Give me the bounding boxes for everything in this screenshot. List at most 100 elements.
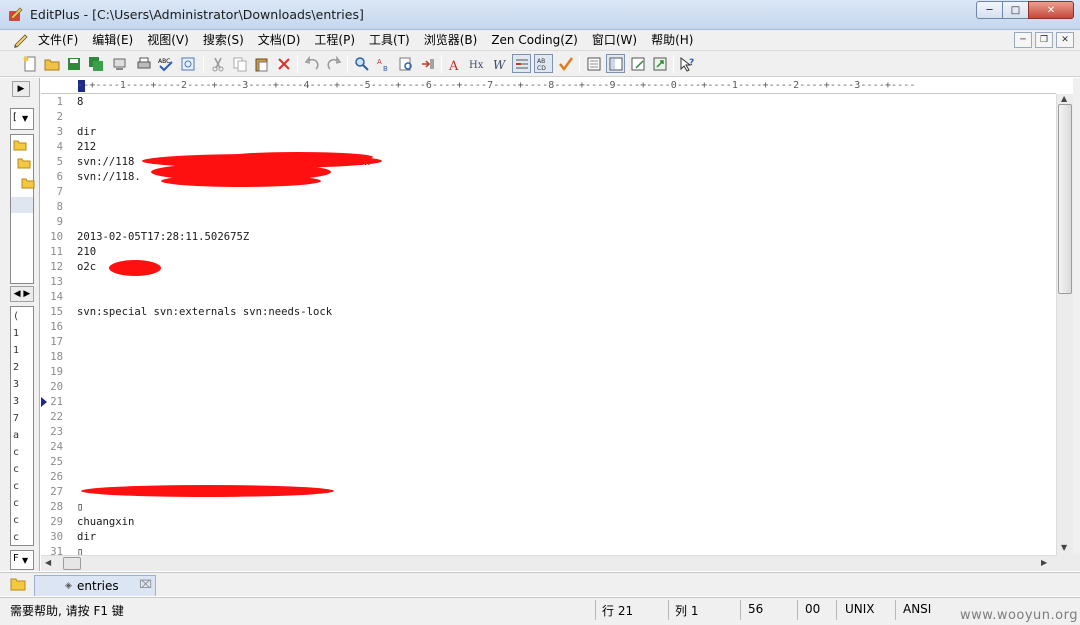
file-list-item[interactable]: c (13, 515, 19, 526)
panel-expand-button[interactable]: ▶ (12, 81, 30, 97)
menu-zen-coding[interactable]: Zen Coding(Z) (491, 32, 578, 48)
file-list[interactable]: (1 1 2 3 3 7 a c c c c c c (10, 306, 34, 546)
doc-minimize-button[interactable]: ─ (1014, 32, 1032, 48)
delete-icon[interactable] (274, 54, 293, 73)
browser-preview-icon[interactable] (178, 54, 197, 73)
ftp-icon[interactable] (110, 54, 129, 73)
file-list-item[interactable]: c (13, 498, 19, 509)
copy-icon[interactable] (230, 54, 249, 73)
file-list-item[interactable]: 2 (13, 362, 19, 373)
editor-line[interactable]: 12 o2c (41, 260, 1056, 275)
doc-restore-button[interactable]: ❐ (1035, 32, 1053, 48)
save-icon[interactable] (64, 54, 83, 73)
editor-line[interactable]: 18 (41, 95, 1056, 110)
paste-icon[interactable] (252, 54, 271, 73)
document-pen-icon[interactable] (12, 32, 30, 48)
editor-line[interactable]: 10 2013-02-05T17:28:11.502675Z (41, 230, 1056, 245)
editor-line[interactable]: 16 (41, 320, 1056, 335)
help-pointer-icon[interactable]: ? (678, 54, 697, 73)
file-list-item[interactable]: 1 (13, 345, 19, 356)
filter-selector[interactable]: F ▼ (10, 550, 34, 570)
spell-check-icon[interactable]: ABC (156, 54, 175, 73)
file-list-item[interactable]: c (13, 447, 19, 458)
editor-line[interactable]: 31 ▯ (41, 545, 1056, 555)
check-icon[interactable] (556, 54, 575, 73)
line-number-toggle-icon[interactable] (512, 54, 531, 73)
menu-document[interactable]: 文档(D) (258, 32, 301, 48)
status-encoding[interactable]: ANSI (903, 602, 931, 616)
file-list-item[interactable]: 3 (13, 396, 19, 407)
new-file-icon[interactable] (20, 54, 39, 73)
editor-line[interactable]: 22 (41, 410, 1056, 425)
scroll-up-arrow-icon[interactable]: ▲ (1061, 94, 1067, 103)
editor-line[interactable]: 18 (41, 350, 1056, 365)
editor-line[interactable]: 19 (41, 365, 1056, 380)
find-icon[interactable] (352, 54, 371, 73)
editor-line[interactable]: 7 (41, 185, 1056, 200)
scroll-right-arrow-icon[interactable]: ▶ (1041, 558, 1047, 567)
fullscreen-icon[interactable] (650, 54, 669, 73)
output-window-icon[interactable] (628, 54, 647, 73)
drive-selector[interactable]: [ ▼ (10, 108, 34, 130)
editor-line[interactable]: 23 (41, 425, 1056, 440)
editor-line[interactable]: 29 chuangxin (41, 515, 1056, 530)
menu-tools[interactable]: 工具(T) (369, 32, 410, 48)
undo-icon[interactable] (302, 54, 321, 73)
editor-line[interactable]: 8 (41, 200, 1056, 215)
editor-line[interactable]: 9 (41, 215, 1056, 230)
word-wrap-icon[interactable]: W (490, 54, 509, 73)
goto-line-icon[interactable] (418, 54, 437, 73)
editor-line[interactable]: 15 svn:special svn:externals svn:needs-lo… (41, 305, 1056, 320)
file-list-item[interactable]: 3 (13, 379, 19, 390)
editor-line[interactable]: 24 (41, 440, 1056, 455)
vertical-scroll-thumb[interactable] (1058, 104, 1072, 294)
editor-line[interactable]: 2 (41, 110, 1056, 125)
editor-line[interactable]: 3 dir (41, 125, 1056, 140)
menu-edit[interactable]: 编辑(E) (92, 32, 133, 48)
doc-close-button[interactable]: ✕ (1056, 32, 1074, 48)
menu-project[interactable]: 工程(P) (314, 32, 355, 48)
editor-line[interactable]: 13 (41, 275, 1056, 290)
save-all-icon[interactable] (86, 54, 105, 73)
menu-window[interactable]: 窗口(W) (592, 32, 637, 48)
editor-line[interactable]: 26 (41, 470, 1056, 485)
editor-line[interactable]: 14 (41, 290, 1056, 305)
menu-view[interactable]: 视图(V) (147, 32, 189, 48)
file-list-item[interactable]: c (13, 481, 19, 492)
tab-entries[interactable]: ◈ entries ⌧ (34, 575, 156, 596)
horizontal-scroll-thumb[interactable] (63, 557, 81, 570)
file-list-item[interactable]: a (13, 430, 19, 441)
file-list-item[interactable]: c (13, 532, 19, 543)
horizontal-scrollbar[interactable]: ◀ ▶ (41, 555, 1056, 571)
status-line-ending[interactable]: UNIX (845, 602, 875, 616)
file-list-item[interactable]: 1 (13, 328, 19, 339)
editor-line[interactable]: 28 ▯ (41, 500, 1056, 515)
menu-browser[interactable]: 浏览器(B) (424, 32, 478, 48)
scroll-left-arrow-icon[interactable]: ◀ (45, 558, 51, 567)
redo-icon[interactable] (324, 54, 343, 73)
file-list-item[interactable]: ( (13, 311, 19, 322)
editor-line[interactable]: 4 212 (41, 140, 1056, 155)
cut-icon[interactable] (208, 54, 227, 73)
ruler-toggle-icon[interactable]: AB CD (534, 54, 553, 73)
file-list-item[interactable]: c (13, 464, 19, 475)
minimize-button[interactable]: ─ (976, 1, 1003, 19)
tab-close-icon[interactable]: ⌧ (139, 578, 152, 591)
editor-line[interactable]: 17 (41, 335, 1056, 350)
editor-line[interactable]: 21 (41, 395, 1056, 410)
cliptext-window-icon[interactable] (584, 54, 603, 73)
directory-window-icon[interactable] (606, 54, 625, 73)
close-button[interactable]: ✕ (1028, 1, 1074, 19)
maximize-button[interactable]: □ (1002, 1, 1029, 19)
menu-help[interactable]: 帮助(H) (651, 32, 693, 48)
file-list-item[interactable]: 7 (13, 413, 19, 424)
open-folder-icon[interactable] (42, 54, 61, 73)
menu-search[interactable]: 搜索(S) (203, 32, 244, 48)
editor-text-area[interactable]: 1823dir42125svn://118 /www-en6svn://118.… (41, 95, 1056, 555)
menu-file[interactable]: 文件(F) (38, 32, 78, 48)
editor-line[interactable]: 20 (41, 380, 1056, 395)
folder-tree[interactable] (10, 134, 35, 284)
vertical-scrollbar[interactable]: ▲ ▼ (1056, 94, 1073, 555)
scroll-down-arrow-icon[interactable]: ▼ (1061, 543, 1067, 552)
html-heading-icon[interactable]: Hx (468, 54, 487, 73)
